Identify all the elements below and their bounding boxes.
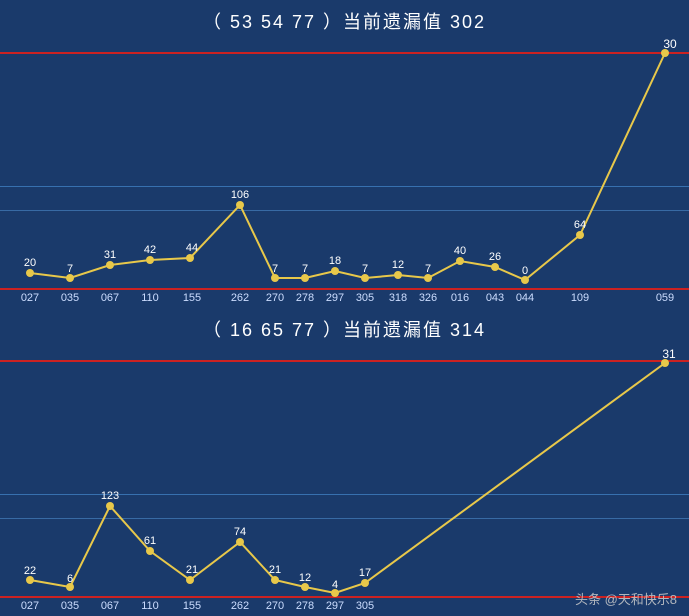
chart1-label-0: 20	[24, 257, 36, 269]
chart1-dot-15	[576, 231, 584, 239]
chart1-area: 20 7 31 42 44 106 7 7 18 7 12 7 40 26 0 …	[0, 38, 689, 306]
chart-section-1: （ 53 54 77 ）当前遗漏值 302	[0, 0, 689, 308]
chart2-line	[30, 363, 665, 593]
chart2-dot-6	[271, 576, 279, 584]
chart2-dot-9	[361, 579, 369, 587]
chart2-area: 22 6 123 61 21 74 21 12 4 17 31 027 035 …	[0, 346, 689, 614]
chart2-xlabel-7: 278	[296, 600, 314, 612]
chart1-dot-7	[301, 274, 309, 282]
chart1-dot-11	[424, 274, 432, 282]
chart1-label-5: 106	[231, 189, 249, 201]
chart1-xlabel-9: 305	[356, 292, 374, 304]
chart2-label-9: 17	[359, 567, 371, 579]
chart1-xlabel-7: 278	[296, 292, 314, 304]
chart2-label-5: 74	[234, 526, 246, 538]
chart1-label-1: 7	[67, 263, 73, 275]
chart1-xlabel-3: 110	[141, 292, 159, 304]
chart1-label-11: 7	[425, 263, 431, 275]
chart2-xlabel-8: 297	[326, 600, 344, 612]
chart2-label-8: 4	[332, 579, 338, 591]
chart2-xlabel-9: 305	[356, 600, 374, 612]
chart1-xlabel-8: 297	[326, 292, 344, 304]
chart2-label-1: 6	[67, 573, 73, 585]
chart2-xlabel-4: 155	[183, 600, 201, 612]
chart1-xlabel-14: 044	[516, 292, 534, 304]
chart1-dot-3	[146, 256, 154, 264]
chart2-xlabel-1: 035	[61, 600, 79, 612]
chart2-label-0: 22	[24, 565, 36, 577]
chart1-xlabel-2: 067	[101, 292, 119, 304]
chart1-dot-8	[331, 267, 339, 275]
chart2-label-6: 21	[269, 564, 281, 576]
chart2-dot-4	[186, 576, 194, 584]
chart1-dot-13	[491, 263, 499, 271]
chart2-dot-7	[301, 583, 309, 591]
chart1-label-2: 31	[104, 249, 116, 261]
chart1-xlabel-5: 262	[231, 292, 249, 304]
chart1-label-6: 7	[272, 263, 278, 275]
chart2-xlabel-5: 262	[231, 600, 249, 612]
chart1-dot-0	[26, 269, 34, 277]
chart1-xlabel-12: 016	[451, 292, 469, 304]
watermark: 头条 @天和快乐8	[575, 589, 677, 608]
chart1-xlabel-16: 059	[656, 292, 674, 304]
chart1-xlabel-6: 270	[266, 292, 284, 304]
chart1-dot-14	[521, 276, 529, 284]
chart1-xlabel-10: 318	[389, 292, 407, 304]
chart1-label-7: 7	[302, 263, 308, 275]
chart1-dot-1	[66, 274, 74, 282]
main-container: （ 53 54 77 ）当前遗漏值 302	[0, 0, 689, 616]
chart2-dot-2	[106, 502, 114, 510]
chart1-label-10: 12	[392, 259, 404, 271]
chart1-xlabel-13: 043	[486, 292, 504, 304]
chart1-xlabel-0: 027	[21, 292, 39, 304]
chart2-xlabel-0: 027	[21, 600, 39, 612]
chart2-label-7: 12	[299, 572, 311, 584]
chart2-title: （ 16 65 77 ）当前遗漏值 314	[0, 308, 689, 346]
chart2-label-10: 31	[662, 347, 676, 361]
chart1-dot-2	[106, 261, 114, 269]
chart2-xlabel-3: 110	[141, 600, 159, 612]
chart1-xlabel-15: 109	[571, 292, 589, 304]
chart2-label-4: 21	[186, 564, 198, 576]
chart1-xlabel-4: 155	[183, 292, 201, 304]
chart1-dot-5	[236, 201, 244, 209]
chart1-dot-10	[394, 271, 402, 279]
chart1-line	[30, 53, 665, 280]
chart1-label-13: 26	[489, 251, 501, 263]
chart2-svg: 22 6 123 61 21 74 21 12 4 17 31 027 035 …	[0, 346, 689, 614]
chart1-label-12: 40	[454, 245, 466, 257]
chart2-dot-5	[236, 538, 244, 546]
chart1-label-16: 30	[663, 38, 677, 51]
chart1-label-3: 42	[144, 244, 156, 256]
chart1-label-15: 64	[574, 219, 586, 231]
chart2-dot-3	[146, 547, 154, 555]
chart2-label-2: 123	[101, 490, 119, 502]
chart1-label-14: 0	[522, 265, 528, 277]
chart1-label-4: 44	[186, 242, 198, 254]
chart1-dot-9	[361, 274, 369, 282]
chart1-dot-6	[271, 274, 279, 282]
chart2-xlabel-6: 270	[266, 600, 284, 612]
chart1-title: （ 53 54 77 ）当前遗漏值 302	[0, 0, 689, 38]
chart1-dot-12	[456, 257, 464, 265]
chart1-svg: 20 7 31 42 44 106 7 7 18 7 12 7 40 26 0 …	[0, 38, 689, 306]
chart2-label-3: 61	[144, 535, 156, 547]
chart2-xlabel-2: 067	[101, 600, 119, 612]
chart1-label-8: 18	[329, 255, 341, 267]
chart1-label-9: 7	[362, 263, 368, 275]
chart2-dot-0	[26, 576, 34, 584]
chart-section-2: （ 16 65 77 ）当前遗漏值 314	[0, 308, 689, 616]
chart1-xlabel-1: 035	[61, 292, 79, 304]
chart1-xlabel-11: 326	[419, 292, 437, 304]
chart1-dot-4	[186, 254, 194, 262]
